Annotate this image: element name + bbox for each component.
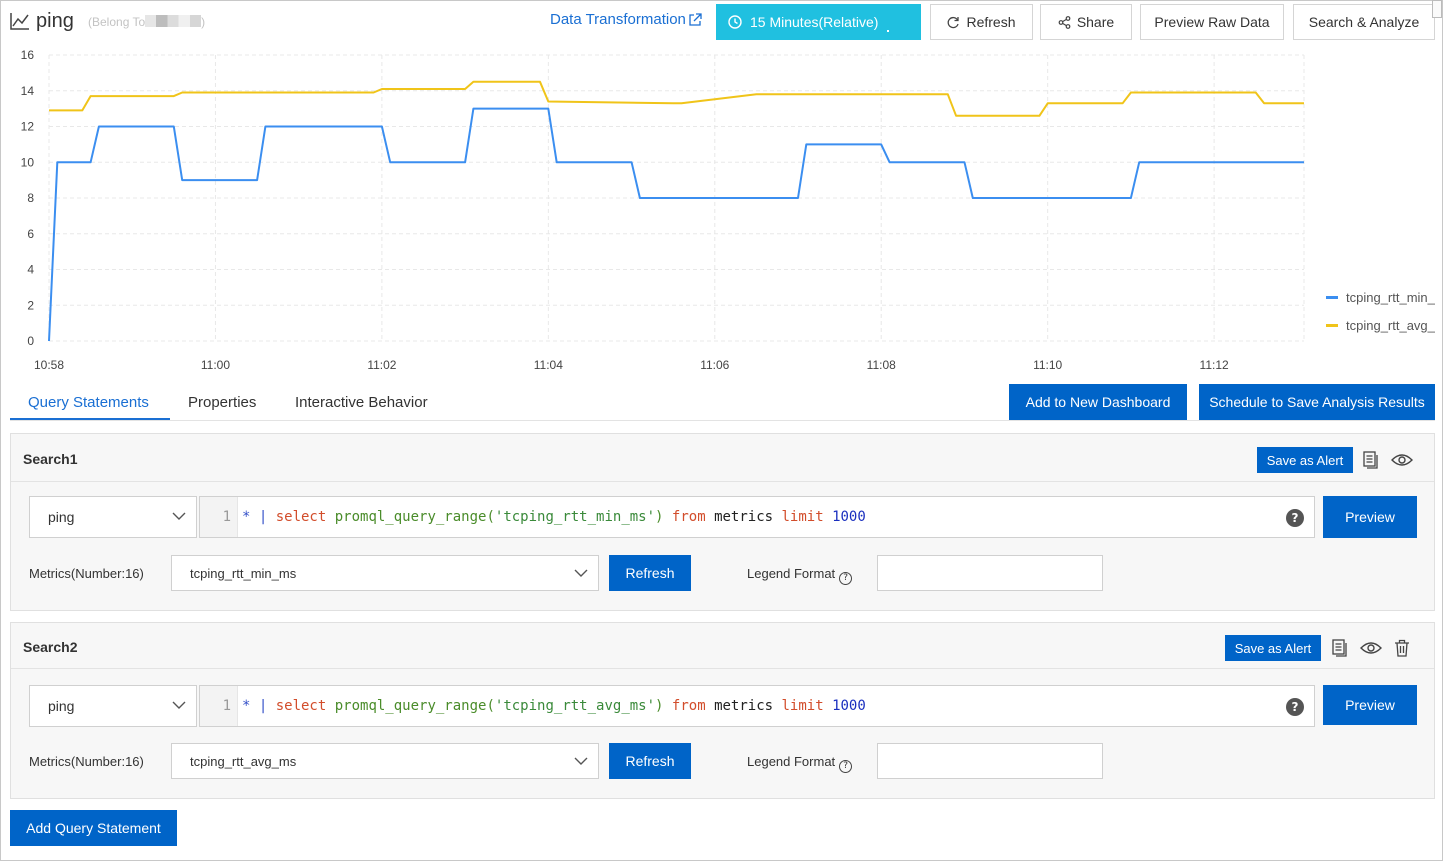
y-tick-label: 6: [27, 227, 34, 241]
x-tick-label: 11:12: [1200, 358, 1229, 372]
time-range-label: 15 Minutes(Relative): [750, 14, 879, 30]
help-icon[interactable]: ?: [1286, 698, 1304, 716]
trash-icon[interactable]: [1392, 638, 1412, 658]
save-as-alert-button[interactable]: Save as Alert: [1225, 635, 1321, 661]
page-title: ping: [36, 10, 74, 32]
query-editor[interactable]: 1 * | select promql_query_range('tcping_…: [199, 685, 1315, 727]
tab-properties[interactable]: Properties: [188, 394, 256, 411]
legend-swatch-avg: [1326, 324, 1338, 327]
x-tick-label: 11:08: [867, 358, 896, 372]
y-tick-label: 10: [21, 155, 35, 169]
line-number: 1: [200, 497, 238, 537]
copy-icon[interactable]: [1329, 638, 1349, 658]
legend-item-min[interactable]: tcping_rtt_min_: [1326, 290, 1441, 305]
tab-query-statements[interactable]: Query Statements: [28, 394, 149, 411]
x-tick-label: 10:58: [34, 358, 64, 372]
x-tick-label: 11:00: [201, 358, 230, 372]
y-tick-label: 16: [21, 48, 35, 62]
metrics-select[interactable]: tcping_rtt_min_ms: [171, 555, 599, 591]
redacted-project-name: [145, 15, 202, 27]
tabs-divider: [10, 420, 1435, 421]
metrics-refresh-button[interactable]: Refresh: [609, 743, 691, 779]
query-text: * | select promql_query_range('tcping_rt…: [242, 509, 866, 525]
metrics-select[interactable]: tcping_rtt_avg_ms: [171, 743, 599, 779]
chevron-down-icon: [172, 701, 186, 709]
legend-format-input[interactable]: [877, 743, 1103, 779]
x-tick-label: 11:06: [700, 358, 729, 372]
metrics-label: Metrics(Number:16): [29, 566, 144, 581]
preview-button[interactable]: Preview: [1323, 496, 1417, 538]
chevron-down-icon: [172, 512, 186, 520]
search-panel-2: Search2 Save as Alert ping 1 * | select …: [10, 622, 1435, 799]
metrics-refresh-button[interactable]: Refresh: [609, 555, 691, 591]
eye-icon[interactable]: [1390, 450, 1414, 470]
x-tick-label: 11:10: [1033, 358, 1062, 372]
refresh-button[interactable]: Refresh: [930, 4, 1033, 40]
help-icon[interactable]: ?: [1286, 509, 1304, 527]
x-tick-label: 11:02: [367, 358, 396, 372]
legend-format-input[interactable]: [877, 555, 1103, 591]
share-icon: [1058, 15, 1071, 29]
logstore-select[interactable]: ping: [29, 496, 197, 538]
belong-to-label: (Belong To): [88, 15, 206, 29]
copy-icon[interactable]: [1360, 450, 1380, 470]
query-editor[interactable]: 1 * | select promql_query_range('tcping_…: [199, 496, 1315, 538]
add-to-new-dashboard-button[interactable]: Add to New Dashboard: [1009, 384, 1187, 420]
question-icon[interactable]: ?: [839, 571, 853, 585]
series-line-tcping_rtt_min_ms: [48, 107, 1304, 342]
chevron-down-icon: [574, 757, 588, 765]
x-axis-ticks: 10:58 11:00 11:02 11:04 11:06 11:08 11:10 11:12: [34, 358, 1229, 372]
search-analyze-button[interactable]: Search & Analyze: [1293, 4, 1435, 40]
y-tick-label: 0: [27, 334, 34, 348]
metrics-label: Metrics(Number:16): [29, 754, 144, 769]
line-chart: 0246810121416 10:58 11:00 11:02 11:04 11:06 1…: [21, 48, 1305, 372]
series-line-tcping_rtt_avg_ms: [49, 80, 1304, 117]
add-query-statement-button[interactable]: Add Query Statement: [10, 810, 177, 846]
scrollbar-thumb[interactable]: [1432, 0, 1442, 18]
chart-series: [48, 80, 1304, 342]
preview-button[interactable]: Preview: [1323, 685, 1417, 725]
external-link-icon: [689, 12, 702, 26]
search-panel-1: Search1 Save as Alert ping 1 * | select …: [10, 433, 1435, 611]
y-tick-label: 8: [27, 191, 34, 205]
share-button[interactable]: Share: [1040, 4, 1132, 40]
data-transformation-link[interactable]: Data Transformation: [550, 11, 702, 28]
y-axis-ticks: 0 2 4 6 8 10 12 14 16: [21, 48, 35, 348]
schedule-save-results-button[interactable]: Schedule to Save Analysis Results: [1199, 384, 1435, 420]
y-tick-label: 14: [21, 84, 35, 98]
line-chart-icon: [10, 13, 29, 30]
preview-raw-data-button[interactable]: Preview Raw Data: [1140, 4, 1284, 40]
chevron-down-icon: [574, 569, 588, 577]
eye-icon[interactable]: [1359, 638, 1383, 658]
query-text: * | select promql_query_range('tcping_rt…: [242, 698, 866, 714]
search-title: Search1: [23, 451, 78, 467]
active-tab-indicator: [10, 418, 170, 420]
save-as-alert-button[interactable]: Save as Alert: [1257, 447, 1353, 473]
question-icon[interactable]: ?: [839, 759, 853, 773]
y-tick-label: 12: [21, 120, 35, 134]
logstore-select[interactable]: ping: [29, 685, 197, 727]
y-tick-label: 2: [27, 298, 34, 312]
clock-icon: [728, 15, 742, 29]
x-tick-label: 11:04: [534, 358, 563, 372]
legend-item-avg[interactable]: tcping_rtt_avg_: [1326, 318, 1441, 333]
tab-interactive-behavior[interactable]: Interactive Behavior: [295, 394, 428, 411]
time-range-button[interactable]: 15 Minutes(Relative): [716, 4, 921, 40]
y-tick-label: 4: [27, 263, 34, 277]
legend-swatch-min: [1326, 296, 1338, 299]
line-number: 1: [200, 686, 238, 726]
legend-format-label: Legend Format?: [747, 566, 853, 585]
legend-format-label: Legend Format?: [747, 754, 853, 773]
refresh-icon: [948, 16, 960, 28]
search-title: Search2: [23, 639, 78, 655]
